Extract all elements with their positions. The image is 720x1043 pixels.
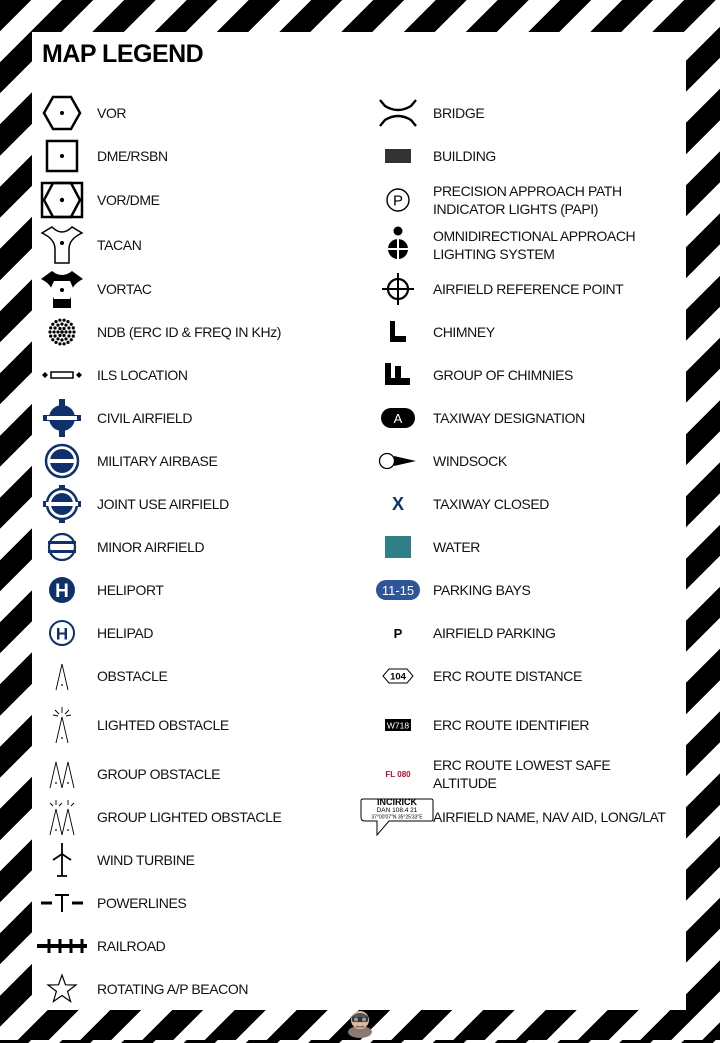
helipad-icon: H (32, 613, 92, 653)
legend-label: VOR/DME (97, 192, 160, 208)
svg-text:H: H (55, 581, 69, 602)
legend-label: TAXIWAY CLOSED (433, 496, 550, 512)
svg-text:A: A (394, 411, 403, 426)
legend-label: GROUP OF CHIMNIES (433, 367, 573, 383)
heliport-icon: H (32, 570, 92, 610)
group-chimneys-icon (368, 355, 428, 395)
parking-bays-icon: 11-15 (368, 570, 428, 610)
legend-label: ERC ROUTE DISTANCE (433, 668, 582, 684)
svg-text:W718: W718 (387, 721, 409, 731)
svg-text:FL 080: FL 080 (385, 770, 411, 779)
legend-label: PRECISION APPROACH PATH INDICATOR LIGHTS… (433, 183, 622, 217)
erc-lowest-safe-altitude-icon: FL 080 (368, 754, 428, 794)
ils-location-icon (32, 355, 92, 395)
legend-label: MINOR AIRFIELD (97, 539, 205, 555)
chimney-icon (368, 312, 428, 352)
airfield-name-callout-icon: INCIRICK DAN 108.4 21 37°00'07"N 35°25'33"… (352, 797, 442, 837)
legend-label: GROUP OBSTACLE (97, 766, 221, 782)
building-icon (368, 136, 428, 176)
legend-label: VOR (97, 105, 127, 121)
lighted-obstacle-icon (32, 705, 92, 745)
legend-label: GROUP LIGHTED OBSTACLE (97, 809, 282, 825)
legend-label: PARKING BAYS (433, 582, 531, 598)
legend-label: HELIPORT (97, 582, 164, 598)
legend-label: AIRFIELD REFERENCE POINT (433, 281, 624, 297)
obstacle-icon (32, 656, 92, 696)
svg-text:37°00'07"N 35°25'33"E: 37°00'07"N 35°25'33"E (371, 815, 423, 821)
military-airbase-icon (32, 441, 92, 481)
svg-text:104: 104 (390, 672, 407, 683)
group-lighted-obstacle-icon (32, 797, 92, 837)
legend-label: ROTATING A/P BEACON (97, 981, 249, 997)
mascot-icon (344, 1008, 376, 1038)
legend-label: NDB (ERC ID & FREQ IN KHz) (97, 324, 282, 340)
papi-icon: P (368, 180, 428, 220)
airfield-parking-icon: P (368, 613, 428, 653)
legend-label: HELIPAD (97, 625, 154, 641)
legend-label: BRIDGE (433, 105, 485, 121)
joint-use-airfield-icon (32, 484, 92, 524)
svg-text:P: P (394, 626, 403, 641)
legend-label: WINDSOCK (433, 453, 507, 469)
legend-label: ERC ROUTE IDENTIFIER (433, 717, 590, 733)
svg-text:P: P (393, 193, 403, 210)
legend-label: AIRFIELD PARKING (433, 625, 556, 641)
vor-dme-icon (32, 180, 92, 220)
tacan-icon (32, 225, 92, 265)
legend-label: WATER (433, 539, 480, 555)
legend-label: JOINT USE AIRFIELD (97, 496, 229, 512)
svg-text:11-15: 11-15 (382, 583, 414, 598)
legend-label: WIND TURBINE (97, 852, 195, 868)
rotating-beacon-icon (32, 969, 92, 1009)
legend-label: ERC ROUTE LOWEST SAFE ALTITUDE (433, 757, 611, 791)
taxiway-closed-icon: X (368, 484, 428, 524)
airfield-reference-point-icon (368, 269, 428, 309)
legend-label: MILITARY AIRBASE (97, 453, 218, 469)
legend-label: RAILROAD (97, 938, 166, 954)
legend-label: DME/RSBN (97, 148, 168, 164)
railroad-icon (32, 926, 92, 966)
vor-icon (32, 93, 92, 133)
civil-airfield-icon (32, 398, 92, 438)
ndb-icon (32, 312, 92, 352)
powerlines-icon (32, 883, 92, 923)
legend-label: LIGHTED OBSTACLE (97, 717, 229, 733)
svg-text:X: X (392, 494, 404, 514)
vortac-icon (32, 269, 92, 309)
legend-label: OBSTACLE (97, 668, 168, 684)
taxiway-designation-icon: A (368, 398, 428, 438)
dme-rsbn-icon (32, 136, 92, 176)
water-icon (368, 527, 428, 567)
legend-sheet: MAP LEGEND VOR DME/RSBN VOR/DME TACAN VORTAC… (32, 32, 686, 1010)
group-obstacle-icon (32, 754, 92, 794)
legend-label: OMNIDIRECTIONAL APPROACH LIGHTING SYSTEM (433, 228, 636, 262)
svg-text:INCIRICK: INCIRICK (377, 797, 417, 807)
page-title: MAP LEGEND (42, 40, 204, 68)
legend-label: BUILDING (433, 148, 496, 164)
legend-label: AIRFIELD NAME, NAV AID, LONG/LAT (433, 809, 666, 825)
legend-label: CHIMNEY (433, 324, 495, 340)
odals-icon (368, 225, 428, 265)
erc-route-identifier-icon: W718 (368, 705, 428, 745)
legend-label: TACAN (97, 237, 142, 253)
erc-route-distance-icon: 104 (368, 656, 428, 696)
svg-text:DAN 108.4 21: DAN 108.4 21 (377, 807, 418, 814)
legend-label: TAXIWAY DESIGNATION (433, 410, 585, 426)
minor-airfield-icon (32, 527, 92, 567)
wind-turbine-icon (32, 840, 92, 880)
legend-label: CIVIL AIRFIELD (97, 410, 193, 426)
bridge-icon (368, 93, 428, 133)
legend-label: ILS LOCATION (97, 367, 188, 383)
svg-text:H: H (56, 625, 68, 644)
windsock-icon (368, 441, 428, 481)
legend-label: VORTAC (97, 281, 152, 297)
legend-label: POWERLINES (97, 895, 187, 911)
